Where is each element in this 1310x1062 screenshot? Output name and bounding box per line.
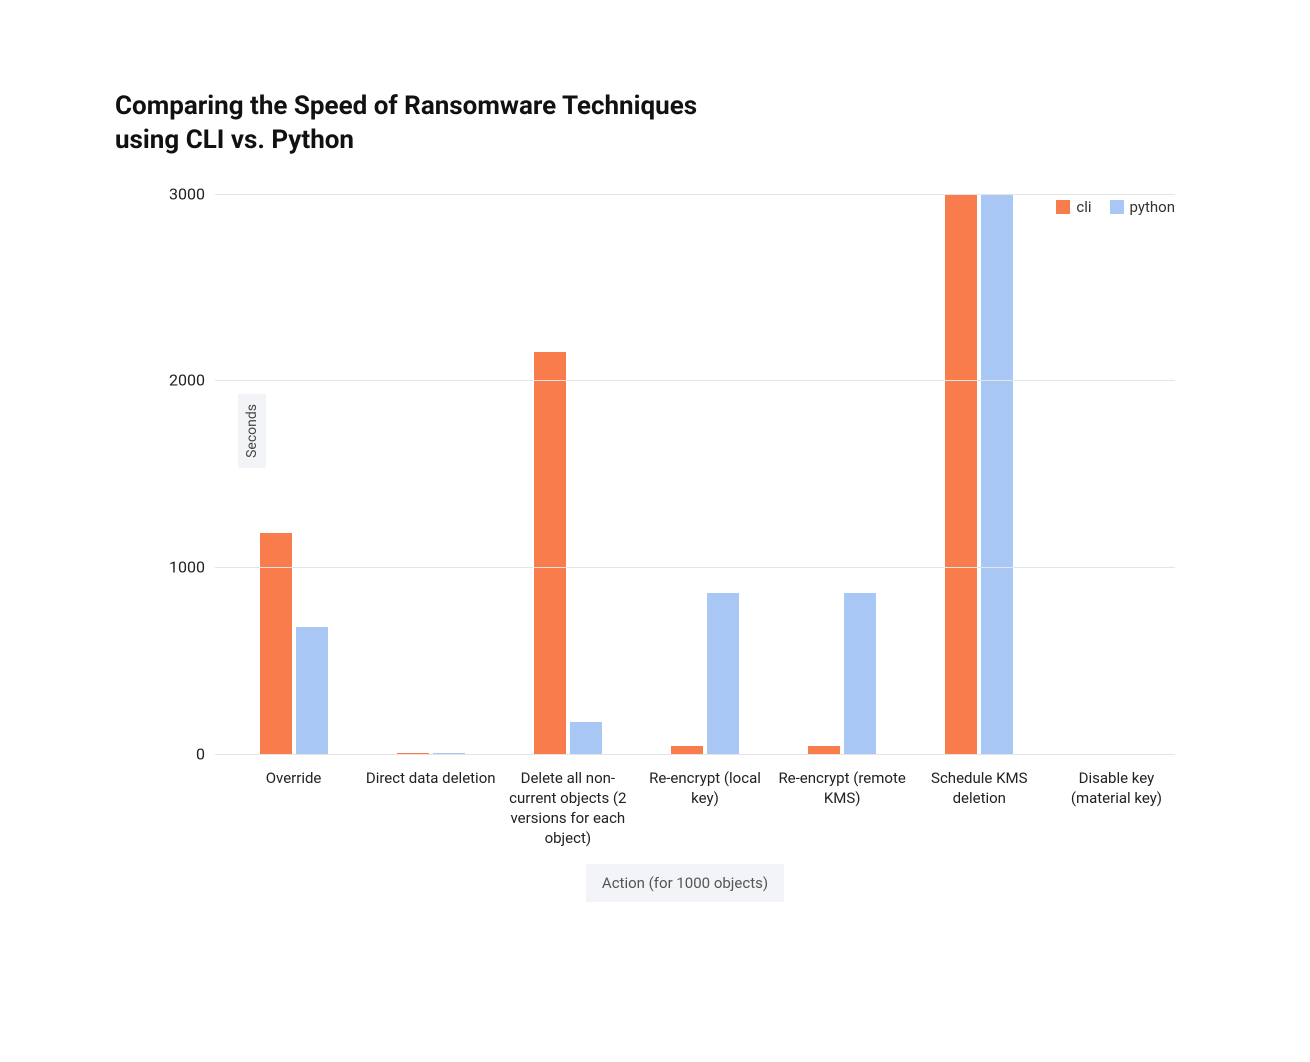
bar-group	[503, 352, 633, 753]
gridline	[215, 567, 1175, 568]
bar-python	[844, 593, 876, 754]
x-tick-label: Schedule KMS deletion	[914, 768, 1044, 809]
y-tick-label: 0	[196, 744, 205, 763]
bar-python	[296, 627, 328, 754]
bar-python	[570, 722, 602, 754]
x-tick-label: Re-encrypt (remote KMS)	[777, 768, 907, 809]
bar-python	[981, 194, 1013, 754]
bar-group	[914, 194, 1044, 754]
bar-cli	[945, 194, 977, 754]
x-tick-label: Delete all non-current objects (2 versio…	[503, 768, 633, 849]
y-tick-label: 1000	[169, 557, 205, 576]
bar-cli	[671, 746, 703, 753]
x-tick-label: Direct data deletion	[366, 768, 496, 788]
gridline	[215, 194, 1175, 195]
y-tick-label: 2000	[169, 371, 205, 390]
bar-group	[777, 593, 907, 754]
plot-area: Seconds 0100020003000	[215, 194, 1175, 754]
bar-cli	[534, 352, 566, 753]
bar-cli	[808, 746, 840, 753]
x-tick-label: Override	[229, 768, 359, 788]
bar-python	[707, 593, 739, 754]
y-tick-label: 3000	[169, 184, 205, 203]
bar-group	[640, 593, 770, 754]
x-axis-label: Action (for 1000 objects)	[586, 864, 784, 902]
x-tick-label: Disable key (material key)	[1051, 768, 1181, 809]
gridline	[215, 380, 1175, 381]
chart-title: Comparing the Speed of Ransomware Techni…	[115, 90, 715, 158]
x-tick-label: Re-encrypt (local key)	[640, 768, 770, 809]
chart-area: Seconds 0100020003000 OverrideDirect dat…	[155, 194, 1175, 754]
x-labels-layer: OverrideDirect data deletionDelete all n…	[215, 754, 1175, 768]
bars-layer	[215, 194, 1175, 754]
